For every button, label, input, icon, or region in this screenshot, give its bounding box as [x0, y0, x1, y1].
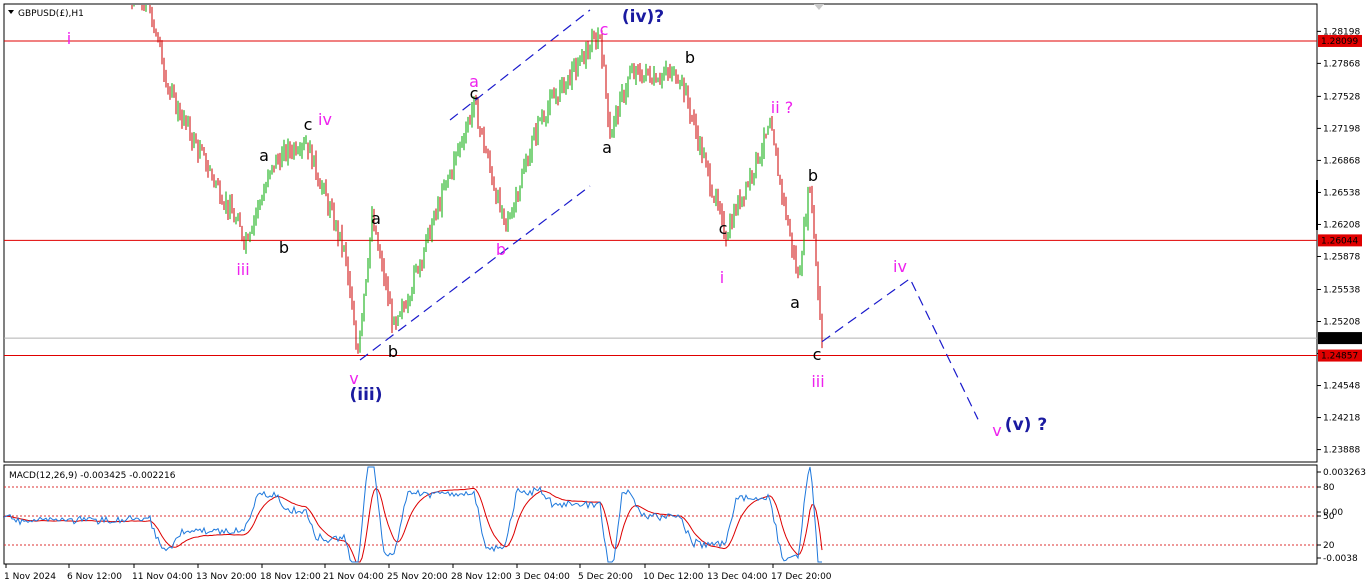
time-tick-label: 28 Nov 12:00	[451, 572, 512, 582]
wave-label: i	[67, 29, 71, 48]
symbol-title: GBPUSD(£),H1	[18, 9, 84, 19]
wave-label: ii ?	[771, 98, 793, 117]
price-tick-label: 1.25538	[1323, 285, 1360, 295]
price-tick-label: 1.26208	[1323, 220, 1360, 230]
price-tick-label: 1.24218	[1323, 414, 1360, 424]
price-tick-label: 1.24548	[1323, 382, 1360, 392]
wave-label: (iv)?	[622, 7, 664, 27]
price-tick-label: 1.23888	[1323, 446, 1360, 456]
wave-label: b	[808, 166, 818, 185]
wave-label: (iii)	[349, 385, 382, 405]
time-tick-label: 13 Dec 04:00	[707, 572, 768, 582]
time-tick-label: 17 Dec 20:00	[771, 572, 832, 582]
time-tick-label: 1 Nov 2024	[4, 572, 56, 582]
price-tick-label: 1.27528	[1323, 92, 1360, 102]
wave-label: v	[992, 421, 1001, 440]
time-tick-label: 11 Nov 04:00	[132, 572, 193, 582]
price-tick-label: 1.25208	[1323, 317, 1360, 327]
wave-label: b	[685, 48, 695, 67]
time-axis: 1 Nov 2024 6 Nov 12:00 11 Nov 04:00 13 Nov …	[4, 564, 832, 582]
wave-label: b	[388, 342, 398, 361]
wave-label: a	[371, 209, 381, 228]
time-tick-label: 10 Dec 12:00	[643, 572, 704, 582]
macd-title: MACD(12,26,9) -0.003425 -0.002216	[9, 471, 176, 481]
price-tick-label: 1.26538	[1323, 188, 1360, 198]
macd-tick-label: 0.003263	[1323, 468, 1366, 478]
wave-label: (v) ?	[1005, 415, 1047, 435]
price-axis: 1.281981.278681.275281.271981.268681.265…	[1316, 27, 1362, 456]
macd-tick-label: 50	[1323, 512, 1335, 522]
time-tick-label: 6 Nov 12:00	[67, 572, 122, 582]
wave-label: c	[304, 115, 313, 134]
time-tick-label: 5 Dec 20:00	[578, 572, 633, 582]
wave-label: iii	[236, 260, 249, 279]
wave-label: iv	[318, 110, 332, 129]
price-tick-label: 1.27868	[1323, 59, 1360, 69]
wave-label: b	[496, 240, 506, 259]
wave-label: i	[720, 268, 724, 287]
time-tick-label: 18 Nov 12:00	[260, 572, 321, 582]
time-tick-label: 21 Nov 04:00	[323, 572, 384, 582]
time-tick-label: 13 Nov 20:00	[196, 572, 257, 582]
wave-label: c	[600, 20, 609, 39]
level-price-tag-text: 1.28099	[1321, 37, 1358, 47]
wave-label: iii	[811, 372, 824, 391]
price-tick-label: 1.26868	[1323, 156, 1360, 166]
wave-label: c	[470, 84, 479, 103]
wave-label: b	[279, 238, 289, 257]
level-price-tag-text: 1.26044	[1321, 236, 1358, 246]
wave-label: iv	[893, 257, 907, 276]
wave-label: a	[259, 146, 269, 165]
macd-tick-label: 20	[1323, 541, 1335, 551]
macd-tick-label: 80	[1323, 483, 1335, 493]
wave-label: c	[719, 219, 728, 238]
wave-label: a	[790, 293, 800, 312]
wave-label: a	[602, 138, 612, 157]
time-tick-label: 25 Nov 20:00	[387, 572, 448, 582]
level-price-tag-text: 1.24857	[1321, 352, 1358, 362]
chart-canvas: iiiibac ivav(iii)bacbc(iv)?abciii ?baciii…	[3, 3, 1366, 582]
current-price-tag-text: 1.25037	[1321, 334, 1358, 344]
macd-tick-label: -0.0038	[1323, 554, 1358, 564]
price-tick-label: 1.25878	[1323, 252, 1360, 262]
wave-label: c	[813, 345, 822, 364]
price-tick-label: 1.27198	[1323, 124, 1360, 134]
macd-axis: 0.003263800.005020-0.0038	[1317, 468, 1366, 564]
time-tick-label: 3 Dec 04:00	[515, 572, 570, 582]
price-panel	[3, 3, 1318, 463]
